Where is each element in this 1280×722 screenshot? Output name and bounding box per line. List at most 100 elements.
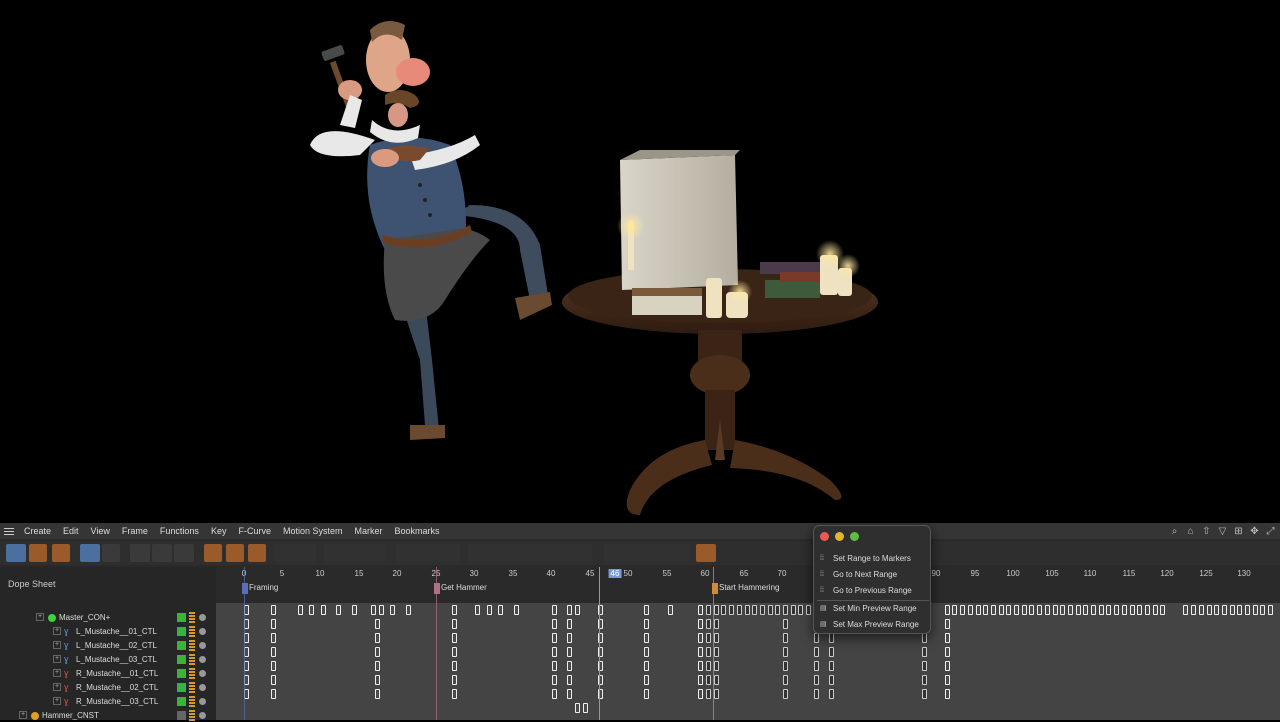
solo-dot-icon[interactable] (199, 698, 206, 705)
menu-key[interactable]: Key (205, 523, 233, 539)
region-icon[interactable] (174, 544, 194, 562)
menu-functions[interactable]: Functions (154, 523, 205, 539)
keyframe[interactable] (1191, 605, 1197, 615)
keyframe[interactable] (713, 661, 719, 671)
hamburger-menu-icon[interactable] (0, 523, 18, 539)
keyframe[interactable] (270, 675, 276, 685)
keyframe[interactable] (1268, 605, 1274, 615)
keyframe[interactable] (552, 619, 557, 629)
keyframe[interactable] (706, 647, 711, 657)
keyframe[interactable] (1160, 605, 1166, 615)
menu-motion-system[interactable]: Motion System (277, 523, 349, 539)
keyframe[interactable] (351, 605, 357, 615)
keyframe[interactable] (1044, 605, 1050, 615)
solo-dot-icon[interactable] (199, 684, 206, 691)
waveform-icon[interactable] (130, 544, 150, 562)
keyframe[interactable] (744, 605, 750, 615)
keyframe[interactable] (775, 605, 781, 615)
keyframe[interactable] (1037, 605, 1043, 615)
keyframe[interactable] (698, 647, 704, 657)
track-r-mustache-03[interactable]: + ɣ R_Mustache__03_CTL (0, 695, 216, 708)
keyframe[interactable] (983, 605, 989, 615)
keyframe[interactable] (698, 605, 704, 615)
keyframe[interactable] (1006, 605, 1012, 615)
keyframe[interactable] (644, 605, 650, 615)
keyframe[interactable] (451, 647, 457, 657)
keyframe[interactable] (813, 675, 819, 685)
expand-icon[interactable]: + (53, 627, 61, 635)
track-master-con[interactable]: + Master_CON+ (0, 611, 216, 624)
enable-checkbox[interactable] (177, 683, 186, 692)
keyframe[interactable] (729, 605, 735, 615)
keyframe[interactable] (921, 675, 927, 685)
expand-icon[interactable]: + (53, 641, 61, 649)
keyframe[interactable] (1198, 605, 1204, 615)
keyframe[interactable] (270, 619, 276, 629)
keyframe[interactable] (374, 661, 380, 671)
search-icon[interactable]: ⌕ (1169, 526, 1180, 537)
keyframe[interactable] (374, 675, 380, 685)
keyframe[interactable] (813, 647, 819, 657)
marker-framing[interactable]: Framing (242, 583, 278, 594)
keyframe[interactable] (713, 633, 719, 643)
arrow-up-icon[interactable]: ⇧ (1201, 526, 1212, 537)
expand-icon[interactable]: + (53, 683, 61, 691)
keyframe[interactable] (451, 661, 457, 671)
curve-icon[interactable] (152, 544, 172, 562)
keyframe[interactable] (567, 689, 573, 699)
menu-edit[interactable]: Edit (57, 523, 85, 539)
keyframe[interactable] (374, 689, 380, 699)
keyframe[interactable] (944, 661, 950, 671)
enable-checkbox[interactable] (177, 711, 186, 720)
keyframe[interactable] (706, 633, 711, 643)
keyframe[interactable] (451, 689, 457, 699)
keyframe[interactable] (567, 633, 573, 643)
keyframe[interactable] (567, 647, 573, 657)
keyframe[interactable] (513, 605, 519, 615)
keyframe[interactable] (752, 605, 758, 615)
keyframe[interactable] (713, 605, 719, 615)
solo-dot-icon[interactable] (199, 656, 206, 663)
keyframe[interactable] (829, 689, 835, 699)
go-to-previous-range-item[interactable]: ⁞⁞ Go to Previous Range (817, 584, 929, 598)
keyframe[interactable] (567, 675, 573, 685)
keyframe[interactable] (1060, 605, 1066, 615)
keyframe[interactable] (1114, 605, 1120, 615)
keyframe[interactable] (829, 675, 835, 685)
set-max-preview-range-item[interactable]: ▤ Set Max Preview Range (817, 618, 929, 632)
keyframe[interactable] (667, 605, 673, 615)
keyframe[interactable] (829, 633, 835, 643)
keyframe-area[interactable] (216, 603, 1280, 720)
keyframe[interactable] (1214, 605, 1220, 615)
keyframe[interactable] (1091, 605, 1096, 615)
keyframe[interactable] (698, 661, 704, 671)
keyframe[interactable] (783, 647, 788, 657)
keyframe[interactable] (783, 605, 788, 615)
break-tangent-icons[interactable] (468, 544, 592, 562)
keyframe[interactable] (975, 605, 981, 615)
keyframe[interactable] (952, 605, 958, 615)
lock-keys-icon[interactable] (274, 544, 316, 562)
keyframe[interactable] (498, 605, 504, 615)
keyframe[interactable] (783, 619, 788, 629)
solo-dot-icon[interactable] (199, 670, 206, 677)
keyframe[interactable] (813, 661, 819, 671)
keyframe[interactable] (575, 605, 581, 615)
keyframe[interactable] (644, 619, 650, 629)
keyframe[interactable] (721, 605, 727, 615)
keyframe[interactable] (944, 689, 950, 699)
menu-marker[interactable]: Marker (349, 523, 389, 539)
bookmark-icon[interactable] (696, 544, 716, 562)
tangent-icons[interactable] (396, 544, 460, 562)
keyframe[interactable] (451, 675, 457, 685)
keyframe[interactable] (944, 633, 950, 643)
enable-checkbox[interactable] (177, 641, 186, 650)
expand-icon[interactable]: + (19, 711, 27, 719)
solo-dot-icon[interactable] (199, 614, 206, 621)
menu-f-curve[interactable]: F-Curve (232, 523, 277, 539)
keyframe[interactable] (944, 647, 950, 657)
keyframe[interactable] (1075, 605, 1081, 615)
menu-view[interactable]: View (85, 523, 116, 539)
keyframe[interactable] (967, 605, 973, 615)
add-keys-icon[interactable] (226, 544, 244, 562)
